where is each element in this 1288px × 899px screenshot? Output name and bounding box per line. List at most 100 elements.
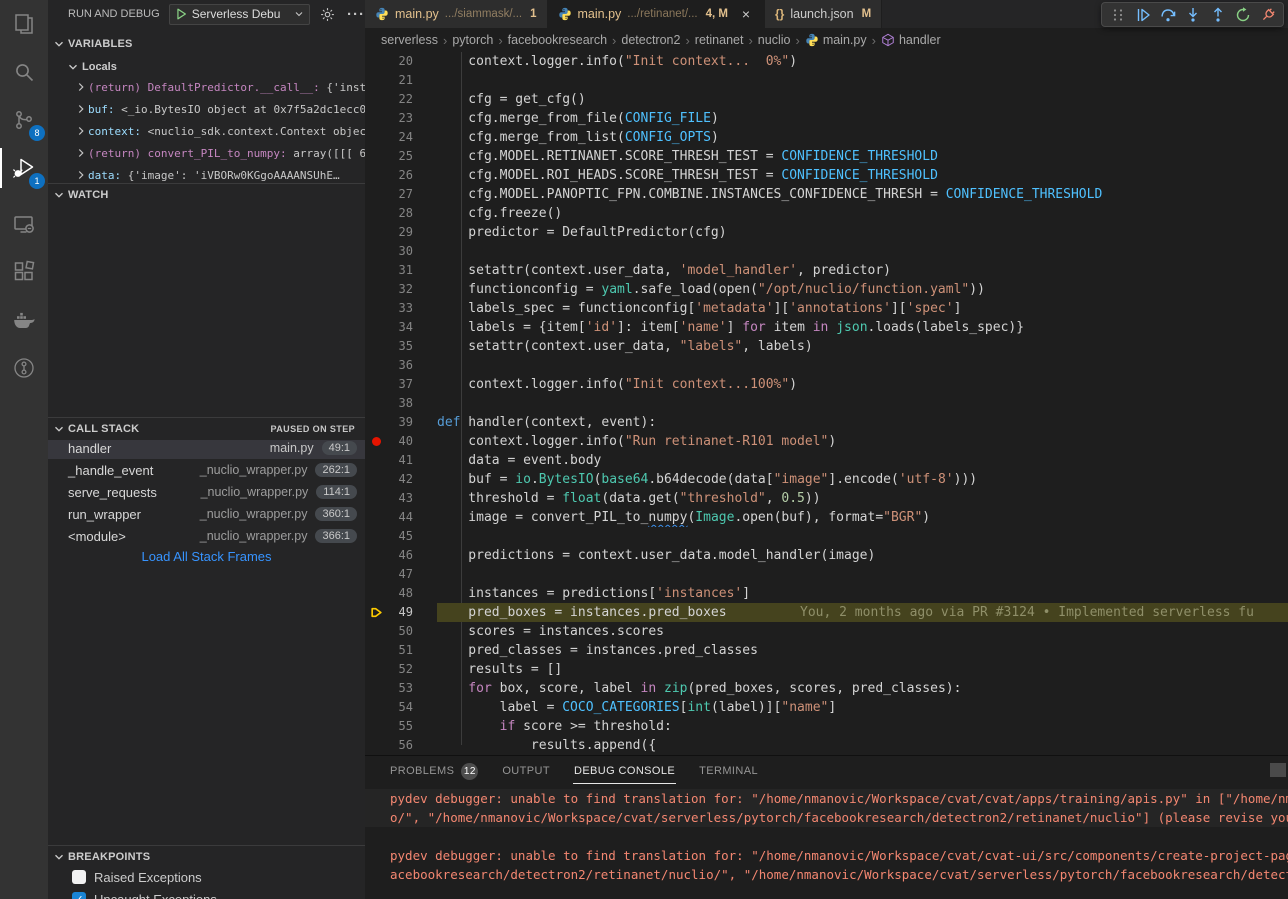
step-out-icon[interactable] xyxy=(1205,4,1230,26)
docker-icon[interactable] xyxy=(0,296,48,344)
code-line[interactable]: 46 predictions = context.user_data.model… xyxy=(365,546,1288,565)
continue-icon[interactable] xyxy=(1130,4,1155,26)
step-over-icon[interactable] xyxy=(1155,4,1180,26)
code-line[interactable]: 33 labels_spec = functionconfig['metadat… xyxy=(365,299,1288,318)
load-all-stack-frames-link[interactable]: Load All Stack Frames xyxy=(48,549,365,564)
breadcrumb-item-main.py[interactable]: main.py xyxy=(805,33,867,47)
breadcrumb-item-pytorch[interactable]: pytorch xyxy=(452,33,493,47)
step-into-icon[interactable] xyxy=(1180,4,1205,26)
code-line[interactable]: 38 xyxy=(365,394,1288,413)
tab-main.py[interactable]: main.py.../retinanet/...4, M× xyxy=(548,0,765,28)
watch-section-header[interactable]: WATCH xyxy=(48,184,365,206)
code-line[interactable]: 48 instances = predictions['instances'] xyxy=(365,584,1288,603)
variable-row[interactable]: (return) DefaultPredictor.__call__: {'in… xyxy=(48,76,365,98)
restart-icon[interactable] xyxy=(1230,4,1255,26)
checkbox[interactable]: ✓ xyxy=(72,892,86,899)
breakpoint-item[interactable]: Raised Exceptions xyxy=(48,866,365,888)
gutter-margin xyxy=(365,698,387,717)
close-icon[interactable]: × xyxy=(738,6,754,22)
variable-row[interactable]: buf: <_io.BytesIO object at 0x7f5a2dc1ec… xyxy=(48,98,365,120)
stack-frame-row[interactable]: handlermain.py49:1 xyxy=(48,437,365,459)
code-line[interactable]: 26 cfg.MODEL.ROI_HEADS.SCORE_THRESH_TEST… xyxy=(365,166,1288,185)
circle-branch-icon[interactable] xyxy=(0,344,48,392)
variable-row[interactable]: (return) convert_PIL_to_numpy: array([[[… xyxy=(48,142,365,164)
breakpoint-icon[interactable] xyxy=(365,432,387,451)
git-blame-annotation: You, 2 months ago via PR #3124 • Impleme… xyxy=(800,603,1254,622)
breakpoint-item[interactable]: ✓Uncaught Exceptions xyxy=(48,888,365,899)
remote-explorer-icon[interactable] xyxy=(0,200,48,248)
code-line[interactable]: 55 if score >= threshold: xyxy=(365,717,1288,736)
variable-row[interactable]: context: <nuclio_sdk.context.Context obj… xyxy=(48,120,365,142)
code-line[interactable]: 42 buf = io.BytesIO(base64.b64decode(dat… xyxy=(365,470,1288,489)
run-and-debug-icon[interactable]: 1 xyxy=(0,144,48,192)
gutter: 47 xyxy=(365,565,437,584)
code-line[interactable]: 52 results = [] xyxy=(365,660,1288,679)
code-line[interactable]: 51 pred_classes = instances.pred_classes xyxy=(365,641,1288,660)
frame-function: serve_requests xyxy=(68,485,157,500)
code-line[interactable]: 22 cfg = get_cfg() xyxy=(365,90,1288,109)
breadcrumb-item-nuclio[interactable]: nuclio xyxy=(758,33,791,47)
source-control-icon[interactable]: 8 xyxy=(0,96,48,144)
code-line[interactable]: 39def handler(context, event): xyxy=(365,413,1288,432)
breadcrumb-item-retinanet[interactable]: retinanet xyxy=(695,33,744,47)
code-line[interactable]: 28 cfg.freeze() xyxy=(365,204,1288,223)
panel-tab-output[interactable]: OUTPUT xyxy=(501,758,551,784)
variables-scope-locals[interactable]: Locals xyxy=(48,56,365,78)
stack-frame-row[interactable]: _handle_event_nuclio_wrapper.py262:1 xyxy=(48,459,365,481)
tab-launch.json[interactable]: {}launch.jsonM xyxy=(765,0,882,28)
variables-section-header[interactable]: VARIABLES xyxy=(48,33,365,55)
code-line[interactable]: 36 xyxy=(365,356,1288,375)
code-line[interactable]: 30 xyxy=(365,242,1288,261)
disconnect-icon[interactable] xyxy=(1255,4,1280,26)
gear-icon[interactable] xyxy=(320,7,335,22)
code-line[interactable]: 25 cfg.MODEL.RETINANET.SCORE_THRESH_TEST… xyxy=(365,147,1288,166)
stack-frame-row[interactable]: run_wrapper_nuclio_wrapper.py360:1 xyxy=(48,503,365,525)
code-line[interactable]: 31 setattr(context.user_data, 'model_han… xyxy=(365,261,1288,280)
extensions-icon[interactable] xyxy=(0,248,48,296)
code-line[interactable]: 24 cfg.merge_from_list(CONFIG_OPTS) xyxy=(365,128,1288,147)
code-line[interactable]: 45 xyxy=(365,527,1288,546)
breadcrumb-item-handler[interactable]: handler xyxy=(881,33,941,47)
breakpoints-section-header[interactable]: BREAKPOINTS xyxy=(48,846,365,868)
code-editor[interactable]: 20 context.logger.info("Init context... … xyxy=(365,52,1288,755)
code-line[interactable]: 32 functionconfig = yaml.safe_load(open(… xyxy=(365,280,1288,299)
code-line[interactable]: 40 context.logger.info("Run retinanet-R1… xyxy=(365,432,1288,451)
panel-tab-debug-console[interactable]: DEBUG CONSOLE xyxy=(573,758,676,784)
explorer-icon[interactable] xyxy=(0,0,48,48)
gutter: 46 xyxy=(365,546,437,565)
panel-tab-problems[interactable]: PROBLEMS12 xyxy=(389,756,479,787)
stack-frame-row[interactable]: <module>_nuclio_wrapper.py366:1 xyxy=(48,525,365,547)
panel-scrollbar[interactable] xyxy=(1270,763,1286,777)
code-line[interactable]: 41 data = event.body xyxy=(365,451,1288,470)
stack-frame-row[interactable]: serve_requests_nuclio_wrapper.py114:1 xyxy=(48,481,365,503)
code-line[interactable]: 29 predictor = DefaultPredictor(cfg) xyxy=(365,223,1288,242)
code-line[interactable]: 53 for box, score, label in zip(pred_box… xyxy=(365,679,1288,698)
debug-config-dropdown[interactable]: Serverless Debu xyxy=(169,4,310,25)
code-line[interactable]: 37 context.logger.info("Init context...1… xyxy=(365,375,1288,394)
breadcrumb-item-facebookresearch[interactable]: facebookresearch xyxy=(508,33,607,47)
code-line[interactable]: 23 cfg.merge_from_file(CONFIG_FILE) xyxy=(365,109,1288,128)
call-stack-section-header[interactable]: CALL STACK PAUSED ON STEP xyxy=(48,418,365,440)
code-line[interactable]: 27 cfg.MODEL.PANOPTIC_FPN.COMBINE.INSTAN… xyxy=(365,185,1288,204)
code-line[interactable]: 21 xyxy=(365,71,1288,90)
start-debug-icon[interactable] xyxy=(174,7,188,21)
code-line[interactable]: 56 results.append({ xyxy=(365,736,1288,755)
code-line[interactable]: 35 setattr(context.user_data, "labels", … xyxy=(365,337,1288,356)
breadcrumb-item-detectron2[interactable]: detectron2 xyxy=(621,33,680,47)
code-line[interactable]: 34 labels = {item['id']: item['name'] fo… xyxy=(365,318,1288,337)
code-line[interactable]: 20 context.logger.info("Init context... … xyxy=(365,52,1288,71)
breadcrumb-item-serverless[interactable]: serverless xyxy=(381,33,438,47)
search-icon[interactable] xyxy=(0,48,48,96)
code-line[interactable]: 54 label = COCO_CATEGORIES[int(label)]["… xyxy=(365,698,1288,717)
breadcrumb-label: serverless xyxy=(381,33,438,47)
panel-tab-bar: PROBLEMS12 OUTPUT DEBUG CONSOLE TERMINAL xyxy=(365,756,1288,786)
code-line[interactable]: 49 pred_boxes = instances.pred_boxesYou,… xyxy=(365,603,1288,622)
more-actions-icon[interactable]: ··· xyxy=(347,6,365,23)
panel-tab-terminal[interactable]: TERMINAL xyxy=(698,758,759,784)
code-line[interactable]: 47 xyxy=(365,565,1288,584)
checkbox[interactable] xyxy=(72,870,86,884)
code-line[interactable]: 50 scores = instances.scores xyxy=(365,622,1288,641)
tab-main.py[interactable]: main.py.../siammask/...1 xyxy=(365,0,548,28)
code-line[interactable]: 43 threshold = float(data.get("threshold… xyxy=(365,489,1288,508)
code-line[interactable]: 44 image = convert_PIL_to_numpy(Image.op… xyxy=(365,508,1288,527)
